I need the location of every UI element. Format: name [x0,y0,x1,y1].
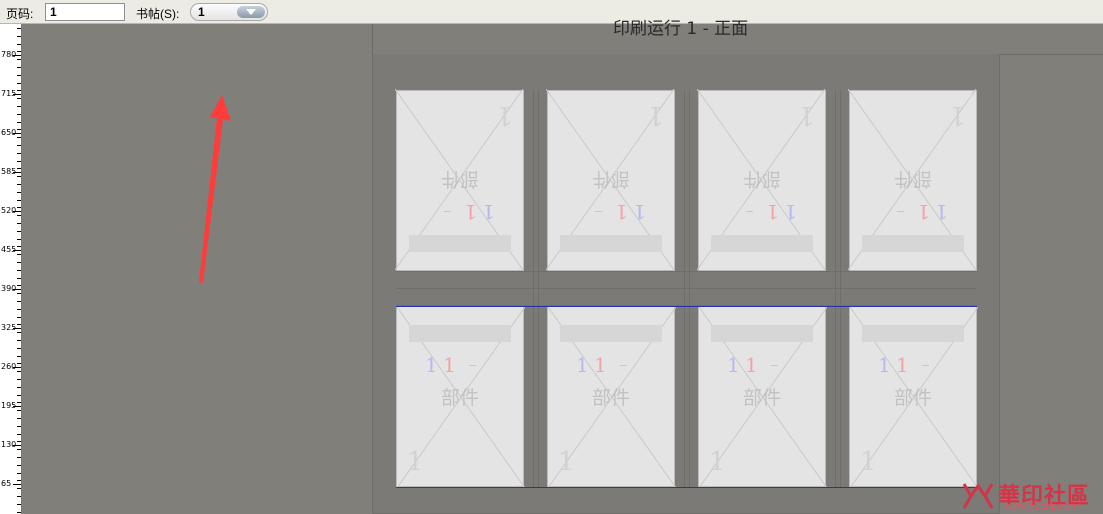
ruler-minor-tick [17,324,21,325]
page-mark-dash [746,211,753,212]
page-mark-blue: 1 [576,353,589,377]
page-slug-bar [862,235,964,252]
page-mark-blue: 1 [482,200,495,224]
page-mark-blue: 1 [425,353,438,377]
imposed-page[interactable]: 1 1 1 部件 [396,306,525,488]
ruler-minor-tick [17,465,21,466]
page-number: 1 [798,100,815,130]
imposed-page[interactable]: 1 1 1 部件 [546,89,675,271]
page-slug-bar [862,325,964,342]
ruler-label: 65 [1,479,12,488]
ruler-minor-tick [17,332,21,333]
ruler-minor-tick [17,512,21,513]
site-watermark: 華印社區 www.52cnp.com [962,478,1097,512]
site-logo-icon [962,483,994,509]
page-mark-blue: 1 [878,353,891,377]
page-number: 1 [647,100,664,130]
ruler-tick [13,484,21,485]
ruler-minor-tick [17,488,21,489]
page-number: 1 [496,100,513,130]
ruler-minor-tick [17,410,21,411]
imposed-page[interactable]: 1 1 1 部件 [698,306,827,488]
page-mark-red: 1 [443,353,456,377]
ruler-minor-tick [17,387,21,388]
watermark-url: www.52cnp.com [1005,502,1080,512]
ruler-minor-tick [17,340,21,341]
ruler-label: 325 [1,323,17,332]
page-mark-dash [771,365,778,366]
page-mark-blue: 1 [935,200,948,224]
page-content-text: 部件 [440,387,479,409]
page-mark-blue: 1 [727,353,740,377]
ruler-minor-tick [17,379,21,380]
page-number: 1 [860,447,877,477]
page-mark-dash [444,211,451,212]
page-mark-red: 1 [896,353,909,377]
imposed-page[interactable]: 1 1 1 部件 [697,89,826,271]
ruler-minor-tick [17,457,21,458]
imposed-page[interactable]: 1 1 1 部件 [849,306,978,488]
ruler-minor-tick [17,449,21,450]
ruler-minor-tick [17,504,21,505]
page-content-text: 部件 [592,168,631,190]
gutter-line [396,271,977,272]
page-mark-dash [469,365,476,366]
ruler-label: 260 [1,362,17,371]
ruler-minor-tick [17,418,21,419]
imposed-page[interactable]: 1 1 1 部件 [848,89,977,271]
ruler-minor-tick [17,309,21,310]
ruler-minor-tick [17,363,21,364]
page-content-text: 部件 [894,168,933,190]
sheet-title: 印刷运行 1 - 正面 [613,19,749,39]
page-mark-red: 1 [745,353,758,377]
ruler-minor-tick [17,473,21,474]
ruler-minor-tick [17,480,21,481]
page-content-text: 部件 [893,387,932,409]
page-number: 1 [558,447,575,477]
ruler-minor-tick [17,317,21,318]
page-number: 1 [709,447,726,477]
page-slug-bar [409,325,511,342]
ruler-minor-tick [17,395,21,396]
ruler-minor-tick [17,426,21,427]
page-slug-bar [560,325,662,342]
imposed-page[interactable]: 1 1 1 部件 [395,89,524,271]
page-content-text: 部件 [591,387,630,409]
page-mark-red: 1 [464,200,477,224]
ruler-minor-tick [17,441,21,442]
page-slug-bar [711,325,813,342]
crop-line [396,306,977,307]
gutter-line [396,288,977,289]
page-mark-red: 1 [594,353,607,377]
ruler-minor-tick [17,402,21,403]
annotation-arrow-icon [199,95,231,283]
ruler-minor-tick [17,434,21,435]
page-mark-dash [922,365,929,366]
page-mark-blue: 1 [633,200,646,224]
ruler-minor-tick [17,348,21,349]
page-mark-dash [897,211,904,212]
ruler-minor-tick [17,301,21,302]
page-content-text: 部件 [441,168,480,190]
ruler-minor-tick [17,496,21,497]
page-number: 1 [949,100,966,130]
ruler-minor-tick [17,356,21,357]
page-content-text: 部件 [743,168,782,190]
imposed-page[interactable]: 1 1 1 部件 [547,306,676,488]
page-mark-dash [595,211,602,212]
page-mark-red: 1 [766,200,779,224]
page-mark-red: 1 [917,200,930,224]
ruler-minor-tick [17,371,21,372]
page-number: 1 [407,447,424,477]
page-slug-bar [560,235,662,252]
ruler-label: 130 [1,440,17,449]
page-mark-red: 1 [615,200,628,224]
ruler-label: 195 [1,401,17,410]
page-slug-bar [409,235,511,252]
page-mark-blue: 1 [784,200,797,224]
crop-line [396,487,977,488]
page-mark-dash [620,365,627,366]
page-content-text: 部件 [742,387,781,409]
page-slug-bar [711,235,813,252]
